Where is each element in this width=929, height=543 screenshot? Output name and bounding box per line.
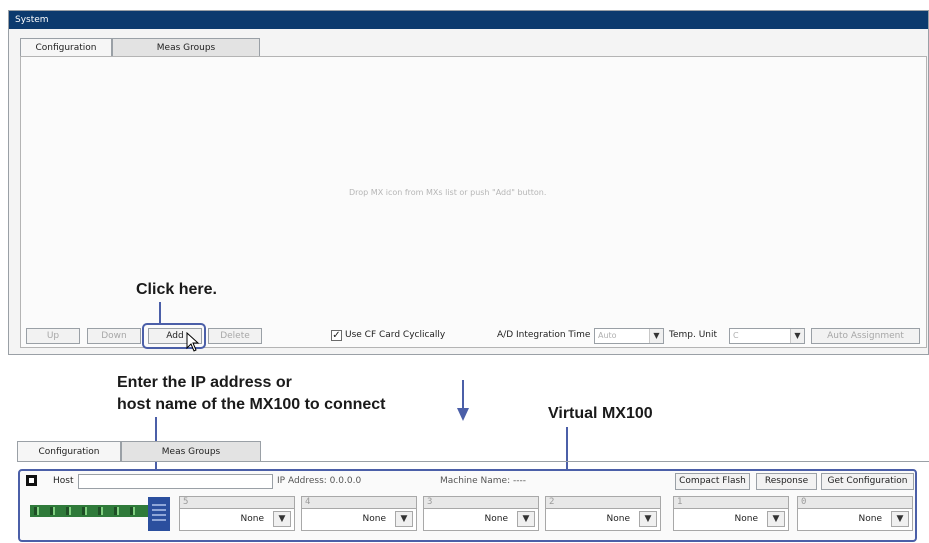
drop-message: Drop MX icon from MXs list or push "Add"… <box>349 188 547 197</box>
dropdown-arrow-icon[interactable]: ▼ <box>767 511 785 527</box>
dropdown-arrow-icon[interactable]: ▼ <box>649 329 663 343</box>
slot-number: 0 <box>797 496 913 509</box>
slot-5: 5 None ▼ <box>179 496 295 536</box>
collapse-icon[interactable] <box>26 475 37 486</box>
down-button[interactable]: Down <box>87 328 141 344</box>
slot-module-value: None <box>362 514 386 524</box>
use-cf-card-label: Use CF Card Cyclically <box>345 330 446 340</box>
dropdown-arrow-icon[interactable]: ▼ <box>395 511 413 527</box>
use-cf-card-checkbox[interactable]: ✓ <box>331 330 342 341</box>
window-title: System <box>9 11 928 29</box>
tab-configuration-bottom[interactable]: Configuration <box>17 441 121 461</box>
slot-4: 4 None ▼ <box>301 496 417 536</box>
delete-button[interactable]: Delete <box>208 328 262 344</box>
slot-number: 2 <box>545 496 661 509</box>
configuration-panel: Drop MX icon from MXs list or push "Add"… <box>20 56 927 348</box>
dropdown-arrow-icon[interactable]: ▼ <box>891 511 909 527</box>
dropdown-arrow-icon[interactable]: ▼ <box>790 329 804 343</box>
tab-meas-groups-bottom[interactable]: Meas Groups <box>121 441 261 461</box>
down-arrow-icon <box>457 380 469 421</box>
mx100-device-image <box>30 497 175 533</box>
slot-0: 0 None ▼ <box>797 496 913 536</box>
up-button[interactable]: Up <box>26 328 80 344</box>
callout-line <box>566 427 568 471</box>
click-here-callout: Click here. <box>136 281 217 298</box>
tab-configuration[interactable]: Configuration <box>20 38 112 56</box>
response-button[interactable]: Response <box>756 473 817 490</box>
slot-number: 1 <box>673 496 789 509</box>
mouse-cursor-icon <box>186 332 200 352</box>
auto-assignment-button[interactable]: Auto Assignment <box>811 328 920 344</box>
slot-module-value: None <box>240 514 264 524</box>
tab-meas-groups[interactable]: Meas Groups <box>112 38 260 56</box>
ad-integration-label: A/D Integration Time <box>497 330 591 340</box>
slot-module-value: None <box>484 514 508 524</box>
host-label: Host <box>53 476 74 486</box>
slot-number: 5 <box>179 496 295 509</box>
get-configuration-button[interactable]: Get Configuration <box>821 473 914 490</box>
virtual-mx100-callout: Virtual MX100 <box>548 405 653 422</box>
temp-unit-select[interactable]: C ▼ <box>729 328 805 344</box>
dropdown-arrow-icon[interactable]: ▼ <box>517 511 535 527</box>
compact-flash-button[interactable]: Compact Flash <box>675 473 750 490</box>
slot-number: 3 <box>423 496 539 509</box>
temp-unit-value: C <box>733 331 739 340</box>
dropdown-arrow-icon[interactable]: ▼ <box>639 511 657 527</box>
slot-3: 3 None ▼ <box>423 496 539 536</box>
slot-1: 1 None ▼ <box>673 496 789 536</box>
tab-divider <box>17 461 929 462</box>
slot-2: 2 None ▼ <box>545 496 661 536</box>
slot-module-value: None <box>606 514 630 524</box>
virtual-mx100-panel: Host IP Address: 0.0.0.0 Machine Name: -… <box>18 469 917 542</box>
machine-name-text: Machine Name: ---- <box>440 476 526 486</box>
callout-line <box>159 302 161 324</box>
host-input[interactable] <box>78 474 273 489</box>
enter-ip-callout-line2: host name of the MX100 to connect <box>117 396 386 413</box>
ad-integration-value: Auto <box>598 331 617 340</box>
slot-module-value: None <box>858 514 882 524</box>
system-window: System Configuration Meas Groups Drop MX… <box>8 10 929 355</box>
dropdown-arrow-icon[interactable]: ▼ <box>273 511 291 527</box>
ad-integration-select[interactable]: Auto ▼ <box>594 328 664 344</box>
enter-ip-callout-line1: Enter the IP address or <box>117 374 292 391</box>
slot-module-value: None <box>734 514 758 524</box>
temp-unit-label: Temp. Unit <box>669 330 718 340</box>
slot-number: 4 <box>301 496 417 509</box>
ip-address-text: IP Address: 0.0.0.0 <box>277 476 362 486</box>
